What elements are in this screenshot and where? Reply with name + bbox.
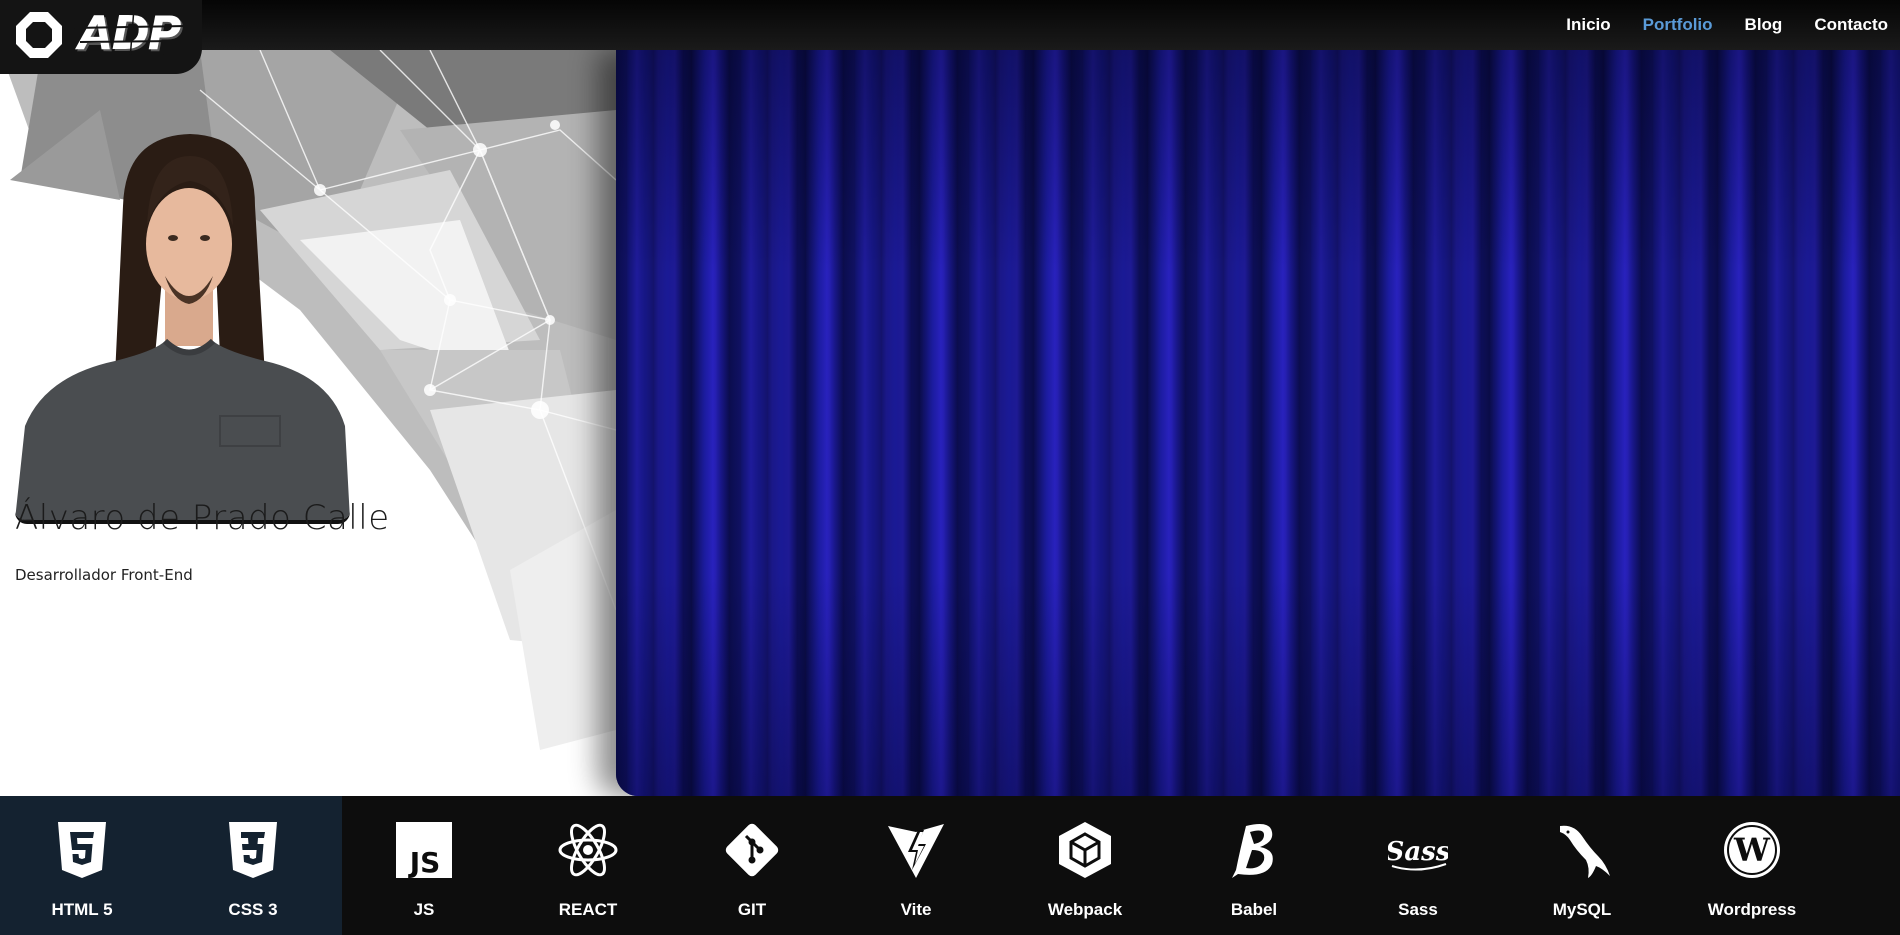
nav-link-contacto[interactable]: Contacto: [1798, 0, 1900, 50]
svg-text:JS: JS: [408, 846, 441, 879]
tech-item-react[interactable]: REACT: [506, 796, 670, 935]
tech-item-sass[interactable]: Sass Sass: [1336, 796, 1500, 935]
html5-icon: [58, 822, 106, 878]
tech-label: HTML 5: [51, 900, 113, 919]
tech-item-js[interactable]: JS JS: [342, 796, 506, 935]
tech-item-babel[interactable]: Babel: [1172, 796, 1336, 935]
tech-label: JS: [413, 900, 435, 919]
git-icon: [725, 823, 779, 877]
svg-text:Sass: Sass: [1388, 837, 1448, 867]
tech-label: GIT: [737, 900, 767, 919]
css3-icon: [229, 822, 277, 878]
tech-item-webpack[interactable]: Webpack: [998, 796, 1172, 935]
curtain-shade-overlay: [616, 50, 1900, 796]
tech-label: Wordpress: [1707, 900, 1797, 919]
tech-label: Babel: [1230, 900, 1278, 919]
wordpress-icon: W: [1724, 822, 1780, 878]
vite-icon: [888, 824, 944, 878]
nav-link-blog[interactable]: Blog: [1729, 0, 1799, 50]
tech-label: Vite: [900, 900, 932, 919]
svg-text:W: W: [1733, 831, 1771, 869]
tech-stack-bar: HTML 5 CSS 3 JS JS REACT GIT Vite Webpac…: [0, 796, 1900, 935]
tech-item-mysql[interactable]: MySQL: [1500, 796, 1664, 935]
mysql-icon: [1560, 825, 1610, 878]
react-icon: [558, 823, 618, 877]
nav-link-portfolio[interactable]: Portfolio: [1627, 0, 1729, 50]
profile-role: Desarrollador Front-End: [15, 566, 193, 584]
site-logo[interactable]: ADP: [0, 0, 202, 74]
tech-item-css3[interactable]: CSS 3: [164, 796, 342, 935]
logo-octagon-icon: [16, 12, 62, 58]
logo-text: ADP: [78, 6, 181, 60]
js-icon: JS: [396, 822, 452, 879]
tech-label: Webpack: [1047, 900, 1123, 919]
curtain-stage: [616, 50, 1900, 796]
tech-label: MySQL: [1552, 900, 1612, 919]
person-portrait: [15, 134, 350, 520]
tech-label: REACT: [558, 900, 618, 919]
tech-item-wordpress[interactable]: W Wordpress: [1664, 796, 1840, 935]
tech-label: Sass: [1398, 900, 1438, 919]
babel-icon: [1232, 824, 1273, 878]
top-navbar: Inicio Portfolio Blog Contacto: [0, 0, 1900, 50]
sass-icon: Sass: [1388, 837, 1448, 871]
webpack-icon: [1059, 822, 1111, 878]
tech-item-git[interactable]: GIT: [670, 796, 834, 935]
profile-photo: [15, 126, 350, 524]
main-nav: Inicio Portfolio Blog Contacto: [1550, 0, 1900, 50]
profile-panel: Álvaro de Prado Calle Desarrollador Fron…: [0, 50, 616, 796]
tech-item-vite[interactable]: Vite: [834, 796, 998, 935]
nav-link-inicio[interactable]: Inicio: [1550, 0, 1626, 50]
tech-label: CSS 3: [228, 900, 278, 919]
profile-name: Álvaro de Prado Calle: [15, 498, 390, 538]
tech-item-html5[interactable]: HTML 5: [0, 796, 164, 935]
